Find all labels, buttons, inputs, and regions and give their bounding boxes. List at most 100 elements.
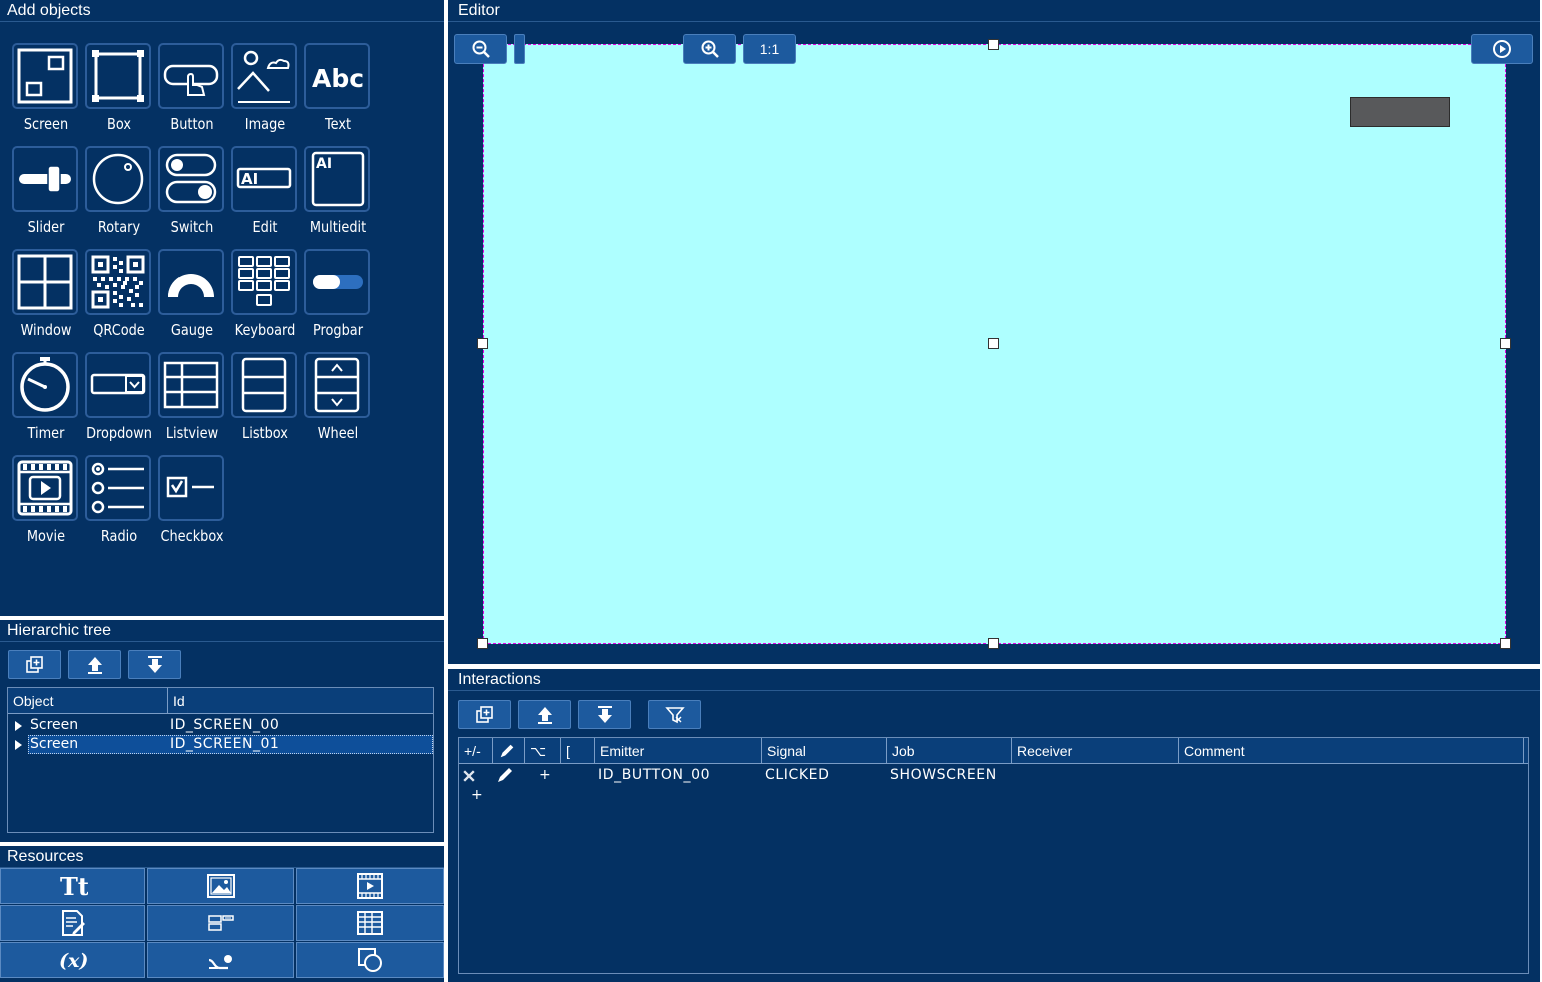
add-multiedit-button[interactable]: AI Multiedit (303, 146, 373, 244)
movies-button[interactable] (296, 868, 444, 904)
interaction-row[interactable]: + ID_BUTTON_00 CLICKED SHOWSCREEN (459, 765, 1528, 785)
column-job[interactable]: Job (887, 738, 1012, 764)
column-emitter[interactable]: Emitter (595, 738, 762, 764)
tree-column-object[interactable]: Object (8, 688, 168, 714)
wheel-icon (304, 352, 370, 418)
object-label: Checkbox (160, 527, 224, 545)
object-label: QRCode (93, 321, 145, 339)
tree-move-down-button[interactable] (128, 650, 181, 679)
object-label: Timer (27, 424, 65, 442)
column-signal[interactable]: Signal (762, 738, 887, 764)
zoom-out-button[interactable] (454, 34, 507, 64)
interactions-grid-header: +/- ⌥ [ Emitter Signal Job Receiver Comm… (459, 738, 1528, 764)
tree-add-copy-button[interactable] (8, 650, 61, 679)
text-resources-button[interactable] (0, 905, 145, 941)
add-qrcode-button[interactable]: QRCode (84, 249, 154, 347)
column-add-remove[interactable]: +/- (459, 738, 493, 764)
expand-arrow-icon[interactable] (15, 740, 22, 750)
add-rotary-button[interactable]: Rotary (84, 146, 154, 244)
column-edit[interactable] (493, 738, 525, 764)
table-button[interactable] (296, 905, 444, 941)
variables-icon: (x) (59, 950, 88, 972)
add-text-button[interactable]: Abc Text (303, 43, 373, 141)
resize-handle-bottom[interactable] (988, 638, 999, 649)
movie-icon (12, 455, 78, 521)
interaction-move-up-button[interactable] (518, 700, 571, 729)
variables-table-button[interactable] (147, 905, 294, 941)
resize-handle-left[interactable] (477, 338, 488, 349)
tree-column-id[interactable]: Id (168, 688, 433, 714)
shapes-button[interactable] (296, 942, 444, 978)
add-button-button[interactable]: Button (157, 43, 227, 141)
add-box-button[interactable]: Box (84, 43, 154, 141)
resize-handle-bottom-right[interactable] (1500, 638, 1511, 649)
add-dropdown-button[interactable]: Dropdown (84, 352, 154, 450)
interaction-filter-button[interactable] (648, 700, 701, 729)
resize-handle-right[interactable] (1500, 338, 1511, 349)
add-interaction-row[interactable]: + (471, 785, 483, 805)
object-label: Box (107, 115, 131, 133)
add-listbox-button[interactable]: Listbox (230, 352, 300, 450)
add-window-button[interactable]: Window (11, 249, 81, 347)
object-label: Wheel (317, 424, 359, 442)
column-receiver[interactable]: Receiver (1012, 738, 1179, 764)
play-icon (1493, 40, 1511, 58)
add-gauge-button[interactable]: Gauge (157, 249, 227, 347)
resize-handle-bottom-left[interactable] (477, 638, 488, 649)
add-switch-button[interactable]: Switch (157, 146, 227, 244)
delete-icon[interactable] (461, 768, 477, 784)
pencil-icon[interactable] (495, 765, 515, 785)
add-image-button[interactable]: Image (230, 43, 300, 141)
add-listview-button[interactable]: Listview (157, 352, 227, 450)
column-condition[interactable]: ⌥ (525, 738, 561, 764)
svg-text:Abc: Abc (312, 64, 364, 93)
interaction-add-copy-button[interactable] (458, 700, 511, 729)
variables-button[interactable]: (x) (0, 942, 145, 978)
interaction-move-down-button[interactable] (578, 700, 631, 729)
column-comment[interactable]: Comment (1179, 738, 1524, 764)
svg-text:Tt: Tt (60, 872, 88, 900)
move-handle-center[interactable] (988, 338, 999, 349)
fonts-button[interactable]: Tt (0, 868, 145, 904)
tree-row-id: ID_SCREEN_01 (170, 736, 280, 752)
add-slider-button[interactable]: Slider (11, 146, 81, 244)
add-keyboard-button[interactable]: Keyboard (230, 249, 300, 347)
zoom-reset-button[interactable]: 1:1 (743, 34, 796, 64)
add-progbar-button[interactable]: Progbar (303, 249, 373, 347)
tree-grid-header: Object Id (8, 688, 433, 714)
object-label: Dropdown (86, 424, 152, 442)
images-button[interactable] (147, 868, 294, 904)
qrcode-icon (85, 249, 151, 315)
canvas-button-object[interactable] (1350, 97, 1450, 127)
interaction-add-condition[interactable]: + (539, 765, 551, 785)
add-radio-button[interactable]: Radio (84, 455, 154, 553)
play-button[interactable] (1471, 34, 1533, 64)
object-label: Switch (170, 218, 214, 236)
zoom-slider-handle[interactable] (514, 34, 525, 64)
multiedit-icon: AI (304, 146, 370, 212)
resize-handle-top[interactable] (988, 39, 999, 50)
interpolation-button[interactable] (147, 942, 294, 978)
move-up-icon (87, 656, 102, 674)
add-screen-button[interactable]: Screen (11, 43, 81, 141)
tree-grid: Object Id Screen ID_SCREEN_00 Screen ID_… (7, 687, 434, 833)
expand-arrow-icon[interactable] (15, 721, 22, 731)
interpolation-icon (208, 955, 232, 970)
edit-icon: AI (231, 146, 297, 212)
object-label: Progbar (312, 321, 364, 339)
add-wheel-button[interactable]: Wheel (303, 352, 373, 450)
add-movie-button[interactable]: Movie (11, 455, 81, 553)
tree-move-up-button[interactable] (68, 650, 121, 679)
interaction-job: SHOWSCREEN (890, 767, 997, 783)
images-icon (206, 874, 235, 898)
add-timer-button[interactable]: Timer (11, 352, 81, 450)
zoom-in-button[interactable] (683, 34, 736, 64)
add-checkbox-button[interactable]: Checkbox (157, 455, 227, 553)
add-edit-button[interactable]: AI Edit (230, 146, 300, 244)
add-copy-icon (25, 655, 43, 673)
rotary-icon (85, 146, 151, 212)
tree-row[interactable]: Screen ID_SCREEN_00 (8, 716, 433, 735)
object-label: Multiedit (309, 218, 367, 236)
column-bracket[interactable]: [ (561, 738, 595, 764)
tree-row-selected[interactable]: Screen ID_SCREEN_01 (8, 735, 433, 754)
